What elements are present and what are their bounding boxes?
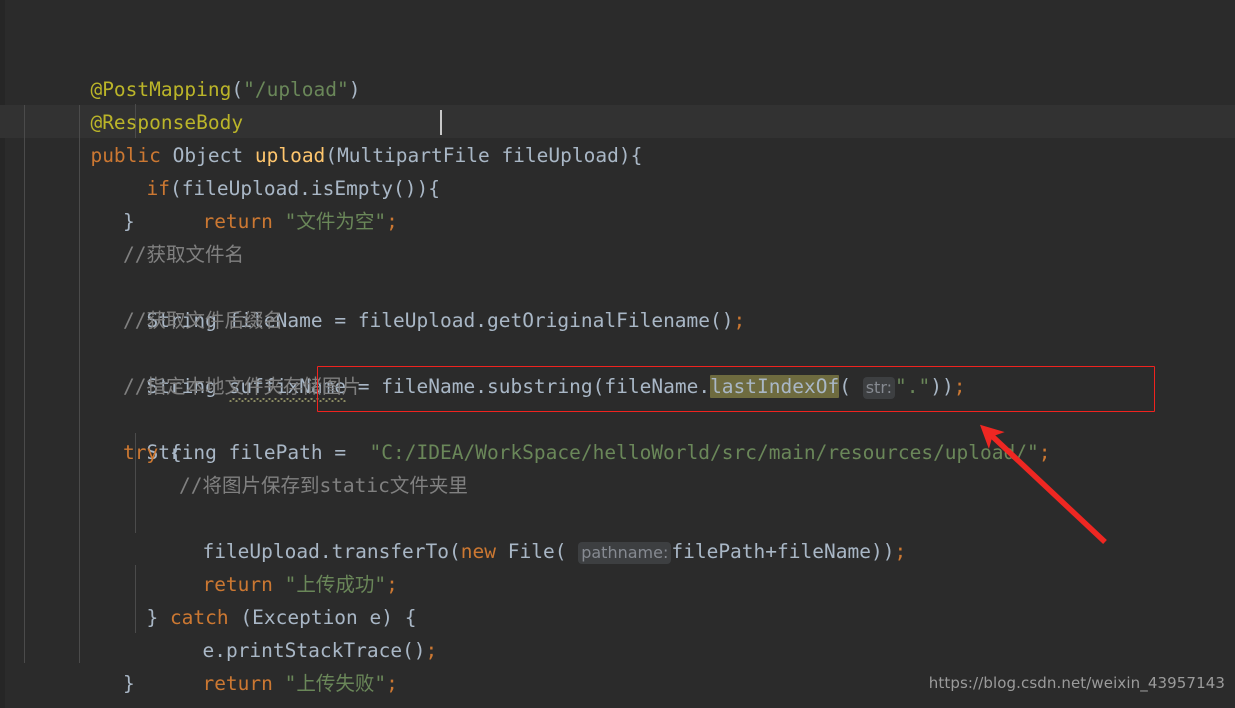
token-var-file-name: fileName	[777, 540, 871, 563]
token-var-file-upload: fileUpload	[181, 177, 300, 200]
token-parens-close: ))	[870, 540, 895, 563]
code-line[interactable]: //获取文件名	[0, 205, 244, 266]
token-type-file: File	[507, 540, 555, 563]
code-line[interactable]: e.printStackTrace();	[0, 568, 437, 662]
token-parens-brace: ()){	[393, 177, 440, 200]
token-dot: .	[299, 177, 311, 200]
code-line[interactable]: //获取文件后缀名	[0, 271, 283, 332]
token-plus: +	[765, 540, 778, 563]
code-line[interactable]: return "文件为空";	[0, 139, 397, 233]
code-editor[interactable]: @PostMapping("/upload") @ResponseBody pu…	[0, 0, 1235, 708]
token-semicolon: ;	[1038, 441, 1051, 464]
code-line[interactable]: //将图片保存到static文件夹里	[0, 436, 468, 497]
token-paren-open: (	[449, 540, 461, 563]
token-parens: ()	[402, 639, 426, 662]
token-brace-close: }	[122, 672, 135, 695]
token-method-is-empty: isEmpty	[310, 177, 394, 200]
code-line[interactable]: String suffixName = fileName.substring(f…	[0, 304, 965, 399]
code-line[interactable]: public Object upload(MultipartFile fileU…	[0, 73, 642, 167]
code-line[interactable]: @ResponseBody	[0, 40, 243, 134]
code-line[interactable]: fileUpload.transferTo(new File( pathname…	[0, 469, 906, 564]
code-line[interactable]: return "上传失败";	[0, 601, 397, 695]
token-string-upload-dir: "C:/IDEA/WorkSpace/helloWorld/src/main/r…	[369, 441, 1039, 464]
token-var-file-path: filePath	[671, 540, 766, 563]
code-line[interactable]: }	[0, 634, 135, 695]
code-line[interactable]: } catch (Exception e) {	[0, 535, 416, 629]
token-string-upload-failed: "上传失败"	[284, 672, 387, 695]
token-semicolon: ;	[386, 672, 398, 695]
code-line[interactable]: //指定本地文件夹存储图片	[0, 337, 361, 398]
token-keyword-return: return	[202, 672, 273, 695]
token-semicolon: ;	[386, 210, 398, 233]
token-semicolon: ;	[425, 639, 438, 662]
code-line[interactable]: @PostMapping("/upload")	[0, 7, 360, 101]
watermark-url: https://blog.csdn.net/weixin_43957143	[928, 674, 1225, 692]
code-line[interactable]: return "上传成功";	[0, 502, 397, 596]
code-line[interactable]: String filePath = "C:/IDEA/WorkSpace/hel…	[0, 370, 1050, 464]
code-line[interactable]: try {	[0, 403, 182, 464]
code-line[interactable]: String fileName = fileUpload.getOriginal…	[0, 238, 745, 332]
token-var-e: e	[202, 639, 215, 662]
token-semicolon: ;	[894, 540, 907, 563]
token-paren-open: (	[554, 540, 567, 563]
text-caret	[440, 110, 442, 135]
code-line[interactable]: if(fileUpload.isEmpty()){	[0, 106, 440, 200]
token-method-print-stack-trace: printStackTrace	[225, 639, 403, 662]
token-keyword-new: new	[460, 540, 496, 563]
code-line[interactable]: }	[0, 667, 79, 708]
token-param-file-upload: fileUpload	[501, 144, 619, 167]
param-hint-pathname: pathname:	[578, 542, 672, 564]
token-paren-close-brace: ){	[618, 144, 643, 167]
code-line[interactable]: }	[0, 172, 135, 233]
token-dot: .	[214, 639, 226, 662]
token-string-file-empty: "文件为空"	[284, 210, 387, 233]
